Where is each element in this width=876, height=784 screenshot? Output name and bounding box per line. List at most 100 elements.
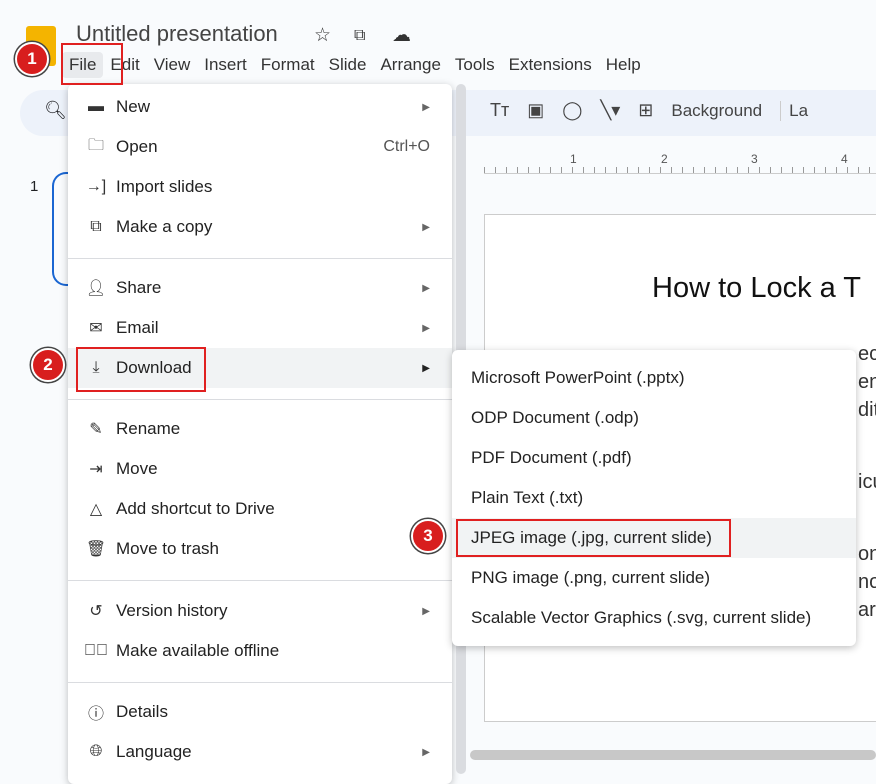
menu-item-add-shortcut[interactable]: △ Add shortcut to Drive	[68, 489, 452, 529]
menu-item-move-to-trash[interactable]: 🗑︎ Move to trash	[68, 529, 452, 569]
ruler	[484, 150, 876, 174]
menu-item-rename[interactable]: ✎ Rename	[68, 409, 452, 449]
download-odp[interactable]: ODP Document (.odp)	[452, 398, 856, 438]
step-badge-1: 1	[15, 42, 49, 76]
submenu-arrow-icon: ▶	[422, 605, 430, 617]
toolbar-items: Tт ▣ ◯ ╲▾ ⊞ Background La	[490, 100, 808, 121]
trash-icon: 🗑︎	[85, 541, 107, 558]
background-button[interactable]: Background	[671, 101, 762, 121]
menu-item-label: Details	[116, 702, 168, 721]
menu-view[interactable]: View	[147, 52, 198, 78]
menu-item-label: Open	[116, 137, 158, 156]
menu-insert[interactable]: Insert	[197, 52, 254, 78]
shape-icon[interactable]: ◯	[562, 100, 582, 121]
menu-help[interactable]: Help	[599, 52, 648, 78]
menu-item-version-history[interactable]: ↺ Version history ▶	[68, 591, 452, 631]
comment-icon[interactable]: ⊞	[638, 100, 653, 121]
menu-item-label: Add shortcut to Drive	[116, 499, 275, 518]
slide-number: 1	[30, 178, 39, 195]
download-pdf[interactable]: PDF Document (.pdf)	[452, 438, 856, 478]
slide-text-fragment: ec	[858, 343, 876, 365]
copy-icon: ⧉	[90, 218, 102, 235]
cloud-saved-icon[interactable]: ☁	[392, 24, 411, 47]
star-icon[interactable]: ☆	[314, 24, 331, 47]
submenu-arrow-icon: ▶	[422, 101, 430, 113]
submenu-arrow-icon: ▶	[422, 322, 430, 334]
menu-item-details[interactable]: ⓘ Details	[68, 692, 452, 732]
menu-item-label: Make a copy	[116, 217, 213, 236]
menu-item-label: Move to trash	[116, 539, 219, 558]
menu-item-share[interactable]: 👤︎ Share ▶	[68, 268, 452, 308]
slide-title[interactable]: How to Lock a T	[652, 272, 861, 305]
menu-item-import-slides[interactable]: →] Import slides	[68, 167, 452, 207]
menu-item-label: Language	[116, 742, 192, 761]
image-icon[interactable]: ▣	[527, 100, 544, 121]
ruler-label: 2	[661, 152, 668, 166]
layout-button[interactable]: La	[780, 100, 808, 121]
menu-item-label: Version history	[116, 601, 228, 620]
folder-icon: 🗀	[87, 136, 104, 154]
menu-arrange[interactable]: Arrange	[373, 52, 447, 78]
slide-text-fragment: ar	[858, 599, 876, 621]
shortcut-label: Ctrl+O	[383, 138, 430, 155]
slide-text-fragment: icu	[858, 471, 876, 493]
move-icon: ⇥	[89, 461, 103, 478]
new-icon: ▬	[88, 98, 104, 115]
menu-slide[interactable]: Slide	[322, 52, 374, 78]
history-icon: ↺	[89, 603, 103, 620]
email-icon: ✉	[89, 320, 103, 337]
highlight-file-menu	[61, 43, 123, 85]
menubar: File Edit View Insert Format Slide Arran…	[62, 52, 648, 78]
slide-text-fragment: no	[858, 571, 876, 593]
share-person-icon: 👤︎	[85, 280, 107, 297]
step-badge-3: 3	[411, 519, 445, 553]
menu-format[interactable]: Format	[254, 52, 322, 78]
download-txt[interactable]: Plain Text (.txt)	[452, 478, 856, 518]
menu-divider	[68, 399, 452, 400]
ruler-label: 4	[841, 152, 848, 166]
menu-item-label: Make available offline	[116, 641, 280, 660]
text-box-icon[interactable]: Tт	[490, 100, 509, 121]
submenu-arrow-icon: ▶	[422, 282, 430, 294]
menu-item-new[interactable]: ▬ New ▶	[68, 87, 452, 127]
rename-icon: ✎	[89, 421, 103, 438]
download-svg[interactable]: Scalable Vector Graphics (.svg, current …	[452, 598, 856, 638]
menu-item-move[interactable]: ⇥ Move	[68, 449, 452, 489]
download-png[interactable]: PNG image (.png, current slide)	[452, 558, 856, 598]
menu-item-open[interactable]: 🗀 Open Ctrl+O	[68, 127, 452, 167]
offline-icon: ✓⃝	[84, 642, 108, 659]
search-menus-icon[interactable]: 🔍︎	[44, 100, 67, 121]
menu-divider	[68, 580, 452, 581]
menu-item-label: Move	[116, 459, 158, 478]
menu-item-label: Email	[116, 318, 159, 337]
step-badge-2: 2	[31, 348, 65, 382]
highlight-download	[76, 347, 206, 392]
move-to-folder-icon[interactable]: ⧉	[354, 27, 365, 45]
line-icon[interactable]: ╲▾	[600, 100, 620, 121]
ruler-label: 3	[751, 152, 758, 166]
slide-text-fragment: dit	[858, 399, 876, 421]
menu-divider	[68, 258, 452, 259]
drive-shortcut-icon: △	[89, 501, 103, 518]
menu-item-label: Rename	[116, 419, 181, 438]
submenu-arrow-icon: ▶	[422, 746, 430, 758]
submenu-arrow-icon: ▶	[422, 362, 430, 374]
menu-item-label: Share	[116, 278, 162, 297]
menu-item-offline[interactable]: ✓⃝ Make available offline	[68, 631, 452, 671]
menu-item-email[interactable]: ✉ Email ▶	[68, 308, 452, 348]
menu-item-make-copy[interactable]: ⧉ Make a copy ▶	[68, 207, 452, 247]
menu-extensions[interactable]: Extensions	[502, 52, 599, 78]
menu-divider	[68, 682, 452, 683]
slide-text-fragment: en	[858, 371, 876, 393]
menu-item-label: Import slides	[116, 177, 213, 196]
download-pptx[interactable]: Microsoft PowerPoint (.pptx)	[452, 358, 856, 398]
menu-item-language[interactable]: 🌐︎ Language ▶	[68, 732, 452, 772]
horizontal-scrollbar[interactable]	[470, 750, 876, 760]
ruler-label: 1	[570, 152, 577, 166]
globe-icon: 🌐︎	[89, 743, 103, 760]
import-icon: →]	[85, 178, 107, 195]
submenu-arrow-icon: ▶	[422, 221, 430, 233]
menu-tools[interactable]: Tools	[448, 52, 502, 78]
slide-text-fragment: on	[858, 543, 876, 565]
info-icon: ⓘ	[87, 706, 104, 723]
